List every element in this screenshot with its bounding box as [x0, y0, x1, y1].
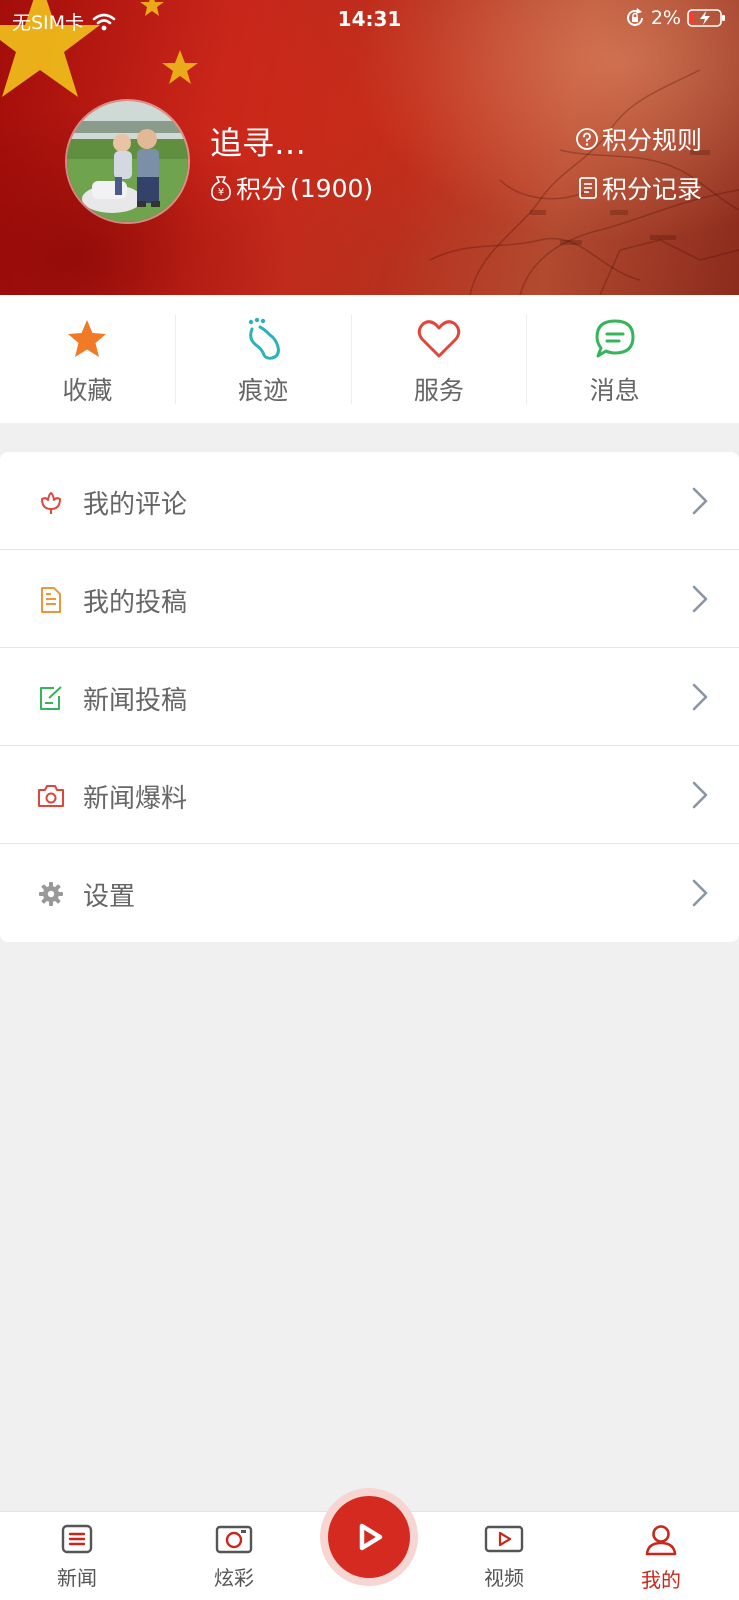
record-doc-icon	[579, 177, 597, 199]
flag-star-small-decoration	[162, 50, 198, 84]
points-rules-label: 积分规则	[601, 126, 702, 155]
menu-item-label: 新闻爆料	[83, 784, 188, 814]
tab-colorful[interactable]: 炫彩	[189, 1524, 279, 1600]
quick-item-label: 痕迹	[238, 376, 289, 405]
quick-item-history[interactable]: 痕迹	[176, 295, 351, 423]
question-circle-icon	[576, 128, 598, 150]
quick-item-favorites[interactable]: 收藏	[0, 295, 175, 423]
chevron-right-icon	[692, 683, 708, 711]
points-label: 积分	[236, 175, 287, 204]
news-icon	[61, 1524, 93, 1554]
flower-icon	[37, 488, 65, 516]
camera-tab-icon	[215, 1525, 253, 1554]
play-icon	[359, 1523, 383, 1551]
tab-video[interactable]: 视频	[459, 1524, 549, 1600]
tab-label: 炫彩	[214, 1566, 254, 1590]
menu-item-label: 我的评论	[83, 490, 188, 520]
chat-icon	[594, 317, 636, 361]
menu-item-label: 设置	[83, 882, 136, 912]
play-button-inner	[328, 1496, 410, 1578]
video-icon	[484, 1525, 524, 1553]
profile-header: 无SIM卡 14:31 2% 追寻… ¥ 积分 (1900) 积分规则 积分记录	[0, 0, 739, 295]
chevron-right-icon	[692, 879, 708, 907]
avatar[interactable]	[65, 99, 190, 224]
quick-item-label: 收藏	[62, 376, 113, 405]
svg-text:¥: ¥	[218, 187, 224, 198]
quick-item-label: 服务	[413, 376, 464, 405]
user-name[interactable]: 追寻…	[210, 118, 306, 164]
tab-label: 视频	[484, 1566, 524, 1590]
chevron-right-icon	[692, 487, 708, 515]
person-icon	[645, 1525, 677, 1556]
menu-item-news-submission[interactable]: 新闻投稿	[0, 648, 739, 746]
battery-charging-icon	[687, 9, 725, 27]
footprint-icon	[242, 317, 284, 361]
points-value: (1900)	[290, 173, 374, 203]
tab-label: 我的	[641, 1568, 681, 1592]
play-live-button[interactable]	[320, 1488, 418, 1586]
chevron-right-icon	[692, 781, 708, 809]
points-record-link[interactable]: 积分记录	[577, 170, 702, 206]
menu-item-label: 我的投稿	[83, 588, 188, 618]
quick-item-messages[interactable]: 消息	[527, 295, 702, 423]
menu-item-settings[interactable]: 设置	[0, 844, 739, 942]
money-bag-icon: ¥	[210, 175, 232, 201]
document-icon	[37, 586, 65, 614]
menu-item-label: 新闻投稿	[83, 686, 188, 716]
quick-actions-bar: 收藏 痕迹 服务 消息	[0, 295, 739, 423]
points-rules-link[interactable]: 积分规则	[575, 121, 702, 157]
menu-item-my-comments[interactable]: 我的评论	[0, 452, 739, 550]
chevron-right-icon	[692, 585, 708, 613]
menu-item-my-submissions[interactable]: 我的投稿	[0, 550, 739, 648]
orientation-lock-icon	[626, 8, 643, 26]
star-icon	[66, 317, 108, 361]
quick-item-services[interactable]: 服务	[352, 295, 527, 423]
points-display[interactable]: ¥ 积分 (1900)	[210, 170, 373, 206]
tab-mine[interactable]: 我的	[616, 1524, 706, 1600]
avatar-photo	[67, 101, 188, 222]
battery-percent: 2%	[650, 7, 681, 29]
heart-icon	[417, 317, 461, 361]
quick-item-label: 消息	[589, 376, 640, 405]
menu-list: 我的评论 我的投稿 新闻投稿 新闻爆料 设置	[0, 452, 739, 942]
menu-item-news-tips[interactable]: 新闻爆料	[0, 746, 739, 844]
tab-label: 新闻	[57, 1566, 97, 1590]
tab-news[interactable]: 新闻	[32, 1524, 122, 1600]
bottom-tab-bar: 新闻 炫彩 视频 我的	[0, 1488, 739, 1600]
camera-icon	[37, 782, 65, 810]
edit-icon	[37, 684, 65, 712]
gear-icon	[37, 880, 65, 908]
points-record-label: 积分记录	[601, 175, 702, 204]
status-right: 2%	[625, 7, 727, 29]
status-bar: 无SIM卡 14:31 2%	[0, 0, 739, 38]
